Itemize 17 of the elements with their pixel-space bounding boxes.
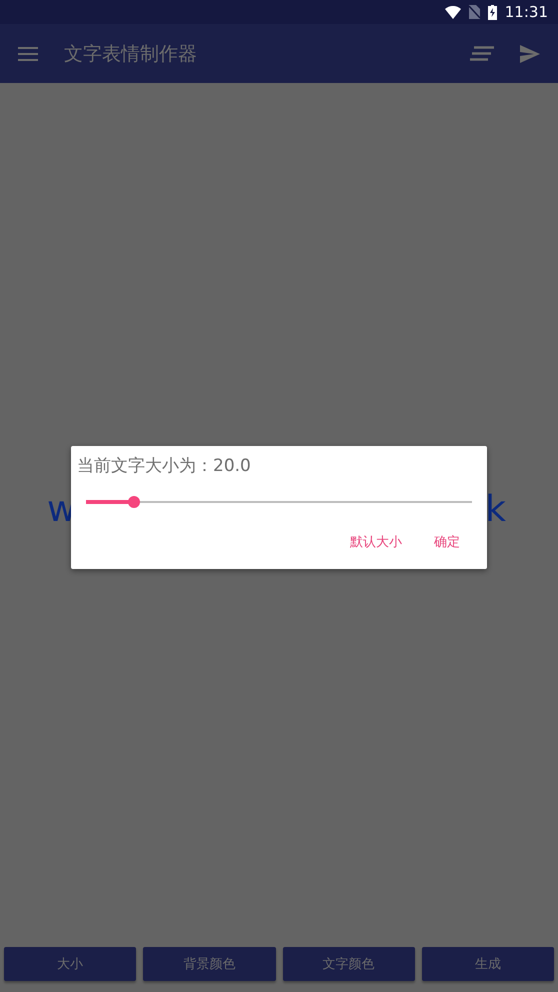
no-sim-icon bbox=[468, 5, 480, 19]
dialog-button[interactable]: 确定 bbox=[422, 529, 472, 555]
dialog-title: 当前文字大小为：20.0 bbox=[77, 455, 252, 477]
status-time: 11:31 bbox=[504, 3, 548, 21]
bottom-button[interactable]: 大小 bbox=[4, 947, 136, 981]
battery-icon bbox=[488, 4, 497, 20]
bottom-button[interactable]: 文字颜色 bbox=[282, 947, 415, 981]
wifi-icon bbox=[444, 6, 461, 18]
text-align-icon[interactable] bbox=[470, 46, 494, 61]
bottom-button[interactable]: 背景颜色 bbox=[143, 947, 276, 981]
bottom-button[interactable]: 生成 bbox=[422, 947, 554, 981]
slider-thumb[interactable] bbox=[128, 496, 140, 508]
app-title: 文字表情制作器 bbox=[64, 42, 198, 66]
preview-text: k bbox=[485, 490, 506, 530]
menu-icon[interactable] bbox=[18, 46, 38, 60]
dialog-button[interactable]: 默认大小 bbox=[338, 529, 414, 555]
send-icon[interactable] bbox=[520, 44, 540, 62]
